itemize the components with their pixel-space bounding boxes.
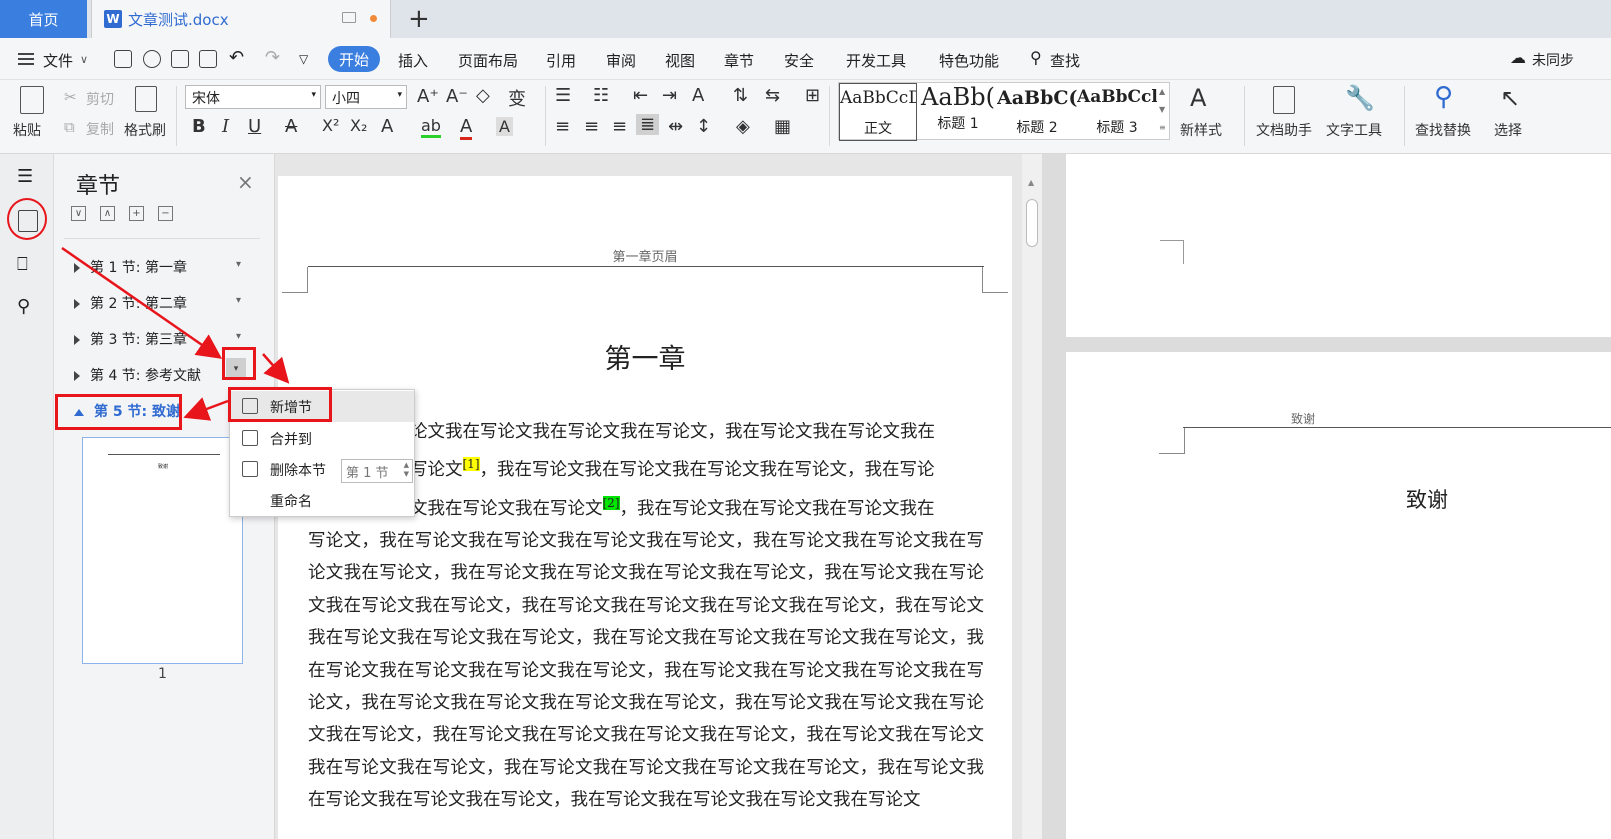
annotation-arrow [61,246,223,359]
annotation-arrows [61,246,290,421]
annotation-arrow [262,353,290,384]
annotation-arrow [183,397,229,421]
